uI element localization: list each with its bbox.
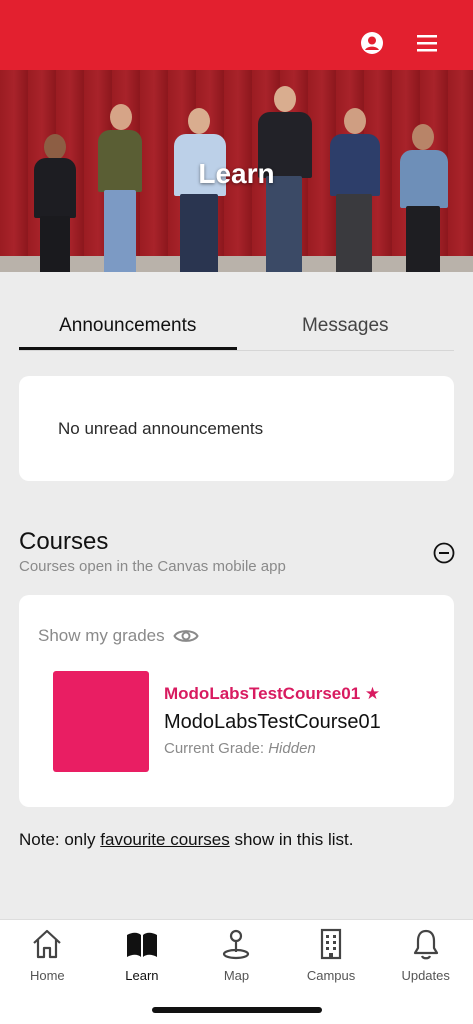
course-thumbnail[interactable]	[53, 671, 149, 772]
empty-announcements-text: No unread announcements	[58, 419, 264, 438]
tab-messages[interactable]: Messages	[237, 300, 455, 350]
nav-item-home[interactable]: Home	[0, 920, 95, 1024]
course-name[interactable]: ModoLabsTestCourse01	[164, 711, 381, 734]
grade-value: Hidden	[268, 740, 316, 757]
user-circle-icon[interactable]	[359, 30, 385, 56]
announcements-card: No unread announcements	[19, 376, 454, 481]
tab-announcements[interactable]: Announcements	[19, 300, 237, 350]
hero-banner: Learn	[0, 70, 473, 272]
minus-circle-icon[interactable]	[433, 542, 455, 564]
show-grades-toggle[interactable]: Show my grades	[38, 626, 199, 646]
favourites-note: Note: only favourite courses show in thi…	[19, 830, 354, 849]
courses-subtitle: Courses open in the Canvas mobile app	[19, 558, 286, 575]
nav-item-updates[interactable]: Updates	[378, 920, 473, 1024]
courses-card: Show my grades ModoLabsTestCourse01 ★ Mo…	[19, 595, 454, 807]
course-favorite-title[interactable]: ModoLabsTestCourse01 ★	[164, 684, 380, 704]
courses-heading: Courses	[19, 528, 109, 555]
page-title: Learn	[198, 158, 275, 189]
home-icon	[33, 929, 62, 959]
home-indicator[interactable]	[152, 1007, 322, 1013]
book-icon	[126, 932, 157, 957]
bell-icon	[413, 929, 438, 960]
tab-bar: Announcements Messages	[19, 300, 454, 351]
top-app-bar	[0, 0, 473, 70]
show-grades-label: Show my grades	[38, 626, 165, 645]
building-icon	[320, 928, 342, 960]
favourite-courses-link[interactable]: favourite courses	[100, 830, 229, 849]
map-pin-icon	[223, 929, 250, 960]
hamburger-menu-icon[interactable]	[414, 30, 440, 56]
eye-icon	[172, 630, 199, 642]
course-grade: Current Grade: Hidden	[164, 740, 316, 757]
